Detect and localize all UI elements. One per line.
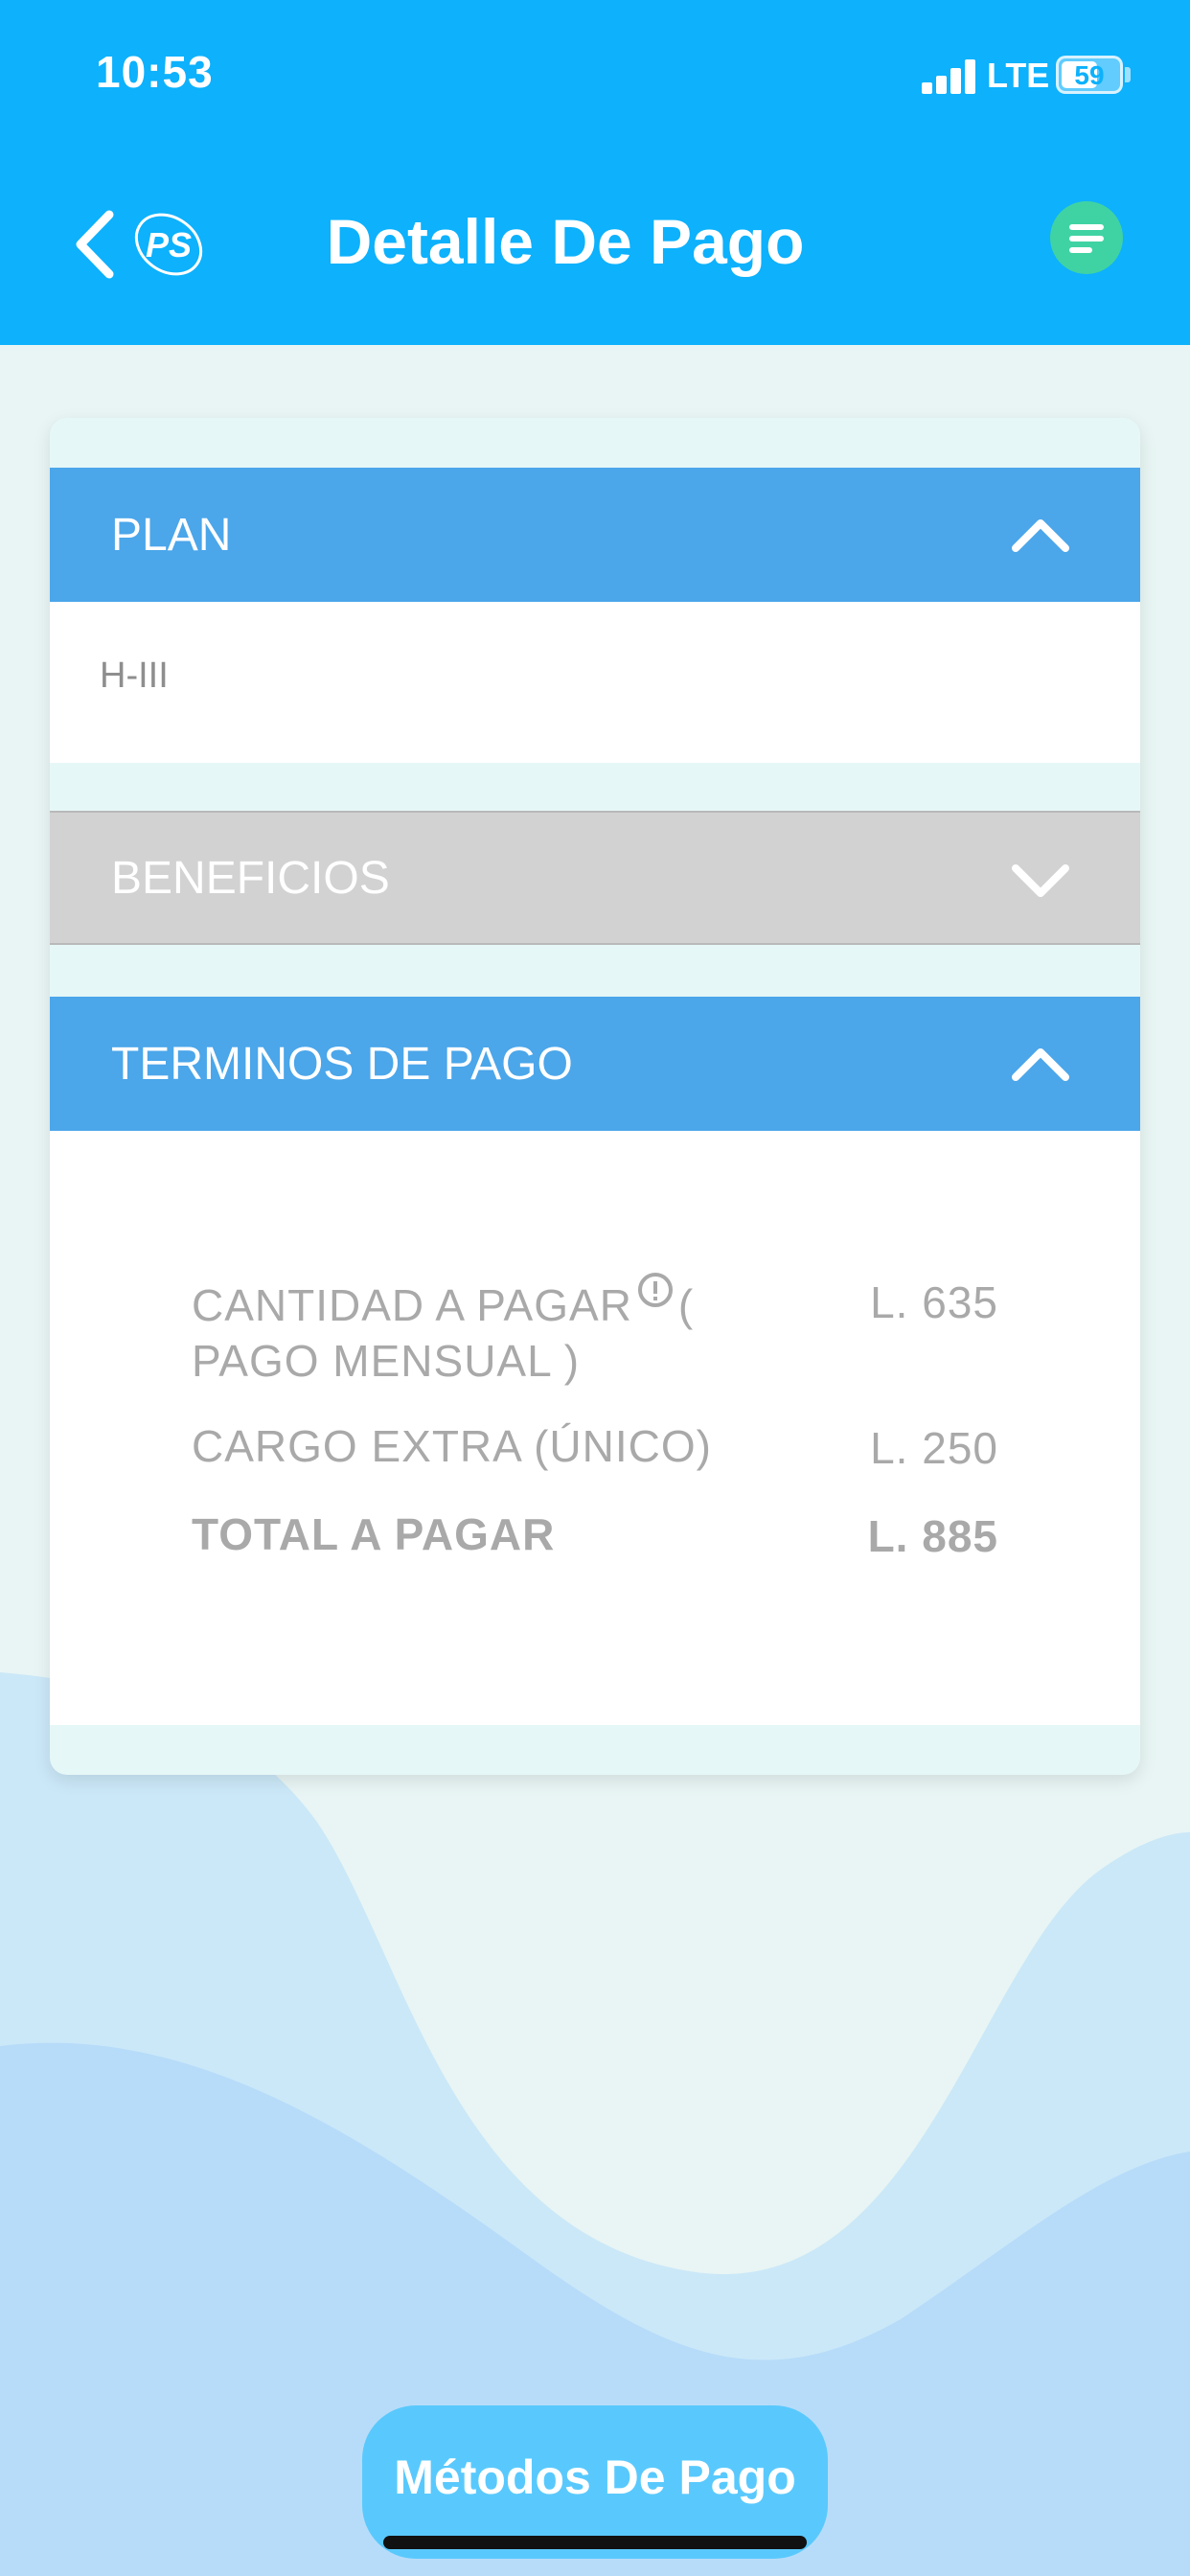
section-plan-body: H-III [50, 602, 1140, 763]
monthly-amount-value: L. 635 [870, 1277, 998, 1327]
extra-charge-value: L. 250 [870, 1423, 998, 1473]
back-chevron-icon[interactable] [67, 201, 125, 288]
info-icon[interactable] [637, 1273, 673, 1307]
chevron-up-icon [1012, 1048, 1069, 1081]
battery-icon: 59 [1056, 56, 1123, 94]
menu-icon [1069, 224, 1104, 230]
section-terminos-body: CANTIDAD A PAGAR( PAGO MENSUAL ) L. 635 … [50, 1131, 1140, 1725]
chevron-up-icon [1012, 519, 1069, 552]
status-time: 10:53 [96, 47, 214, 97]
section-plan-label: PLAN [111, 509, 232, 561]
total-value: L. 885 [867, 1511, 998, 1561]
monthly-amount-label: CANTIDAD A PAGAR( PAGO MENSUAL ) [192, 1273, 786, 1389]
extra-charge-label: CARGO EXTRA (ÚNICO) [192, 1421, 712, 1471]
section-beneficios-header[interactable]: BENEFICIOS [50, 811, 1140, 945]
network-type: LTE [987, 56, 1050, 95]
logo-text: PS [146, 225, 192, 264]
section-terminos-header[interactable]: TERMINOS DE PAGO [50, 997, 1140, 1131]
home-indicator [383, 2536, 807, 2549]
payment-detail-card: PLAN H-III BENEFICIOS TERMINOS DE PAGO C… [50, 418, 1140, 1775]
battery-tip [1125, 67, 1131, 82]
total-label: TOTAL A PAGAR [192, 1509, 556, 1559]
signal-icon [922, 59, 977, 94]
chevron-down-icon [1012, 864, 1069, 897]
plan-value: H-III [100, 656, 169, 696]
app-header: 10:53 LTE 59 PS Detalle De Pago [0, 0, 1190, 345]
section-terminos-label: TERMINOS DE PAGO [111, 1038, 573, 1090]
page-title: Detalle De Pago [326, 206, 805, 277]
menu-button[interactable] [1050, 201, 1123, 274]
battery-level: 59 [1074, 60, 1105, 90]
section-plan-header[interactable]: PLAN [50, 468, 1140, 602]
section-beneficios-label: BENEFICIOS [111, 852, 390, 904]
logo-icon: PS [134, 213, 203, 276]
